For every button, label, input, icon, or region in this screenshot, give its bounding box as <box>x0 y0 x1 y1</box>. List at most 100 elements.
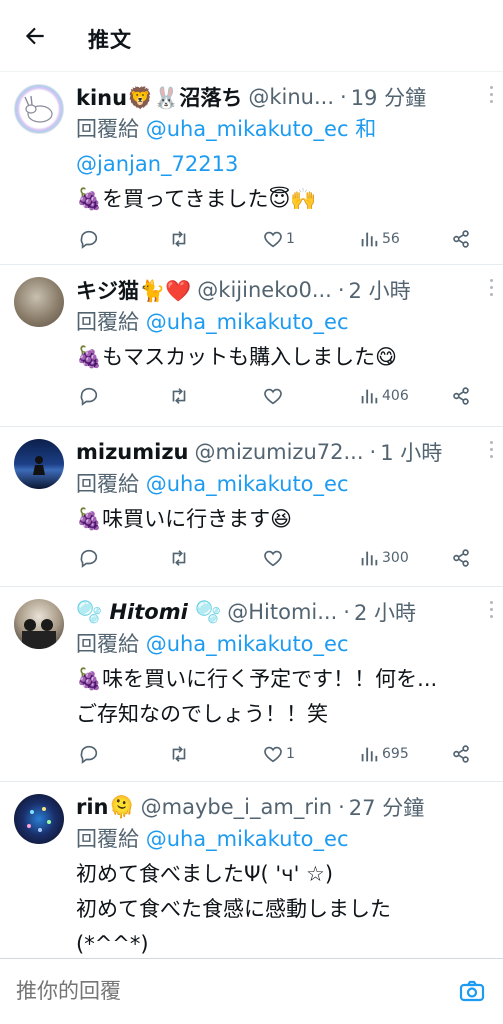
tweet-item[interactable]: mizumizu @mizumizu72... · 1 小時 回覆給 @uha_… <box>0 427 503 587</box>
user-handle[interactable]: @kijineko0... <box>197 278 332 302</box>
tweet-text: 🍇を買ってきました😇🙌 <box>76 187 317 211</box>
separator-dot: · <box>369 440 377 464</box>
reply-input[interactable] <box>16 979 416 1003</box>
view-count: 300 <box>382 550 409 566</box>
rabbit-drawing <box>24 95 53 123</box>
tweet-item[interactable]: rin🫠 @maybe_i_am_rin · 27 分鐘 回覆給 @uha_mi… <box>0 782 503 958</box>
share-icon <box>453 549 469 567</box>
retweet-button[interactable] <box>168 385 190 407</box>
share-icon <box>453 387 469 405</box>
silhouette-drawing <box>33 456 45 475</box>
mention-link[interactable]: @janjan_72213 <box>76 152 238 176</box>
display-name[interactable]: rin🫠 <box>76 795 135 820</box>
views-button[interactable]: 406 <box>358 385 409 407</box>
lights-drawing <box>27 807 51 832</box>
tweet-item[interactable]: kinu🦁🐰沼落ち @kinu... · 19 分鐘 回覆給 @uha_mika… <box>0 72 503 265</box>
retweet-icon <box>172 550 186 566</box>
tweet-text-line: (*^^*) <box>76 932 149 956</box>
reply-prefix: 回覆給 <box>76 472 139 496</box>
reply-icon <box>80 745 98 764</box>
display-name[interactable]: 🫧 𝙃𝙞𝙩𝙤𝙢𝙞 🫧 <box>76 600 221 625</box>
reply-button[interactable] <box>78 547 100 569</box>
avatar[interactable] <box>14 439 64 489</box>
separator-dot: · <box>337 278 345 302</box>
timestamp[interactable]: 19 分鐘 <box>351 82 426 112</box>
tweet-actions: 300 <box>76 543 483 573</box>
camera-icon[interactable] <box>459 979 485 1003</box>
views-icon <box>361 551 378 566</box>
like-button[interactable] <box>262 547 284 569</box>
share-button[interactable] <box>450 228 472 250</box>
display-name[interactable]: キジ猫🐈❤️ <box>76 275 191 305</box>
back-arrow-icon[interactable] <box>22 23 48 49</box>
reply-button[interactable] <box>78 385 100 407</box>
mention-link[interactable]: @uha_mikakuto_ec <box>146 117 349 141</box>
avatar[interactable] <box>14 599 64 649</box>
timestamp[interactable]: 2 小時 <box>354 597 416 627</box>
retweet-button[interactable] <box>168 547 190 569</box>
more-icon[interactable] <box>489 601 495 621</box>
timestamp[interactable]: 2 小時 <box>349 275 411 305</box>
avatar[interactable] <box>14 84 64 134</box>
like-button[interactable] <box>262 385 284 407</box>
like-button[interactable]: 1 <box>262 228 295 250</box>
like-icon <box>264 231 282 248</box>
share-button[interactable] <box>450 743 472 765</box>
like-icon <box>264 746 282 763</box>
mention-link[interactable]: @uha_mikakuto_ec <box>146 827 349 851</box>
separator-dot: · <box>338 795 345 819</box>
tweet-text-line: 🍇味を買いに行く予定です！！何を... <box>76 667 438 691</box>
views-button[interactable]: 695 <box>358 743 409 765</box>
reply-list: kinu🦁🐰沼落ち @kinu... · 19 分鐘 回覆給 @uha_mika… <box>0 72 503 958</box>
share-button[interactable] <box>450 385 472 407</box>
retweet-button[interactable] <box>168 743 190 765</box>
user-handle[interactable]: @Hitomi... <box>227 600 337 624</box>
views-button[interactable]: 300 <box>358 547 409 569</box>
mention-link[interactable]: @uha_mikakuto_ec <box>146 310 349 334</box>
tweet-actions: 406 <box>76 381 483 411</box>
views-icon <box>361 747 378 762</box>
retweet-icon <box>172 746 186 762</box>
reply-button[interactable] <box>78 228 100 250</box>
view-count: 56 <box>382 231 400 247</box>
user-handle[interactable]: @mizumizu72... <box>195 440 364 464</box>
tweet-actions: 1 56 <box>76 224 483 254</box>
mention-joiner: 和 <box>355 117 377 141</box>
reply-prefix: 回覆給 <box>76 117 139 141</box>
view-count: 695 <box>382 746 409 762</box>
reply-button[interactable] <box>78 743 100 765</box>
group-photo-drawing <box>22 619 56 649</box>
share-icon <box>453 745 469 763</box>
like-icon <box>264 550 282 567</box>
like-count: 1 <box>286 231 295 247</box>
reply-icon <box>80 387 98 406</box>
reply-context: 回覆給 @uha_mikakuto_ec <box>76 627 489 662</box>
mention-link[interactable]: @uha_mikakuto_ec <box>146 472 349 496</box>
tweet-text-line: 初めて食べた食感に感動しました <box>76 897 391 921</box>
share-button[interactable] <box>450 547 472 569</box>
tweet-text-line: ご存知なのでしょう！！笑 <box>76 702 328 726</box>
views-icon <box>361 232 378 247</box>
display-name[interactable]: kinu🦁🐰沼落ち <box>76 82 242 112</box>
views-button[interactable]: 56 <box>358 228 400 250</box>
more-icon[interactable] <box>489 279 495 299</box>
like-button[interactable]: 1 <box>262 743 295 765</box>
timestamp[interactable]: 27 分鐘 <box>349 792 424 822</box>
reply-context: 回覆給 @uha_mikakuto_ec <box>76 305 489 340</box>
tweet-text: 🍇もマスカットも購入しました😋 <box>76 345 398 369</box>
tweet-item[interactable]: キジ猫🐈❤️ @kijineko0... · 2 小時 回覆給 @uha_mik… <box>0 265 503 427</box>
user-handle[interactable]: @kinu... <box>248 85 334 109</box>
reply-prefix: 回覆給 <box>76 310 139 334</box>
retweet-button[interactable] <box>168 228 190 250</box>
reply-context: 回覆給 @uha_mikakuto_ec <box>76 822 489 857</box>
more-icon[interactable] <box>489 86 495 106</box>
tweet-item[interactable]: 🫧 𝙃𝙞𝙩𝙤𝙢𝙞 🫧 @Hitomi... · 2 小時 回覆給 @uha_mi… <box>0 587 503 782</box>
avatar[interactable] <box>14 794 64 844</box>
display-name[interactable]: mizumizu <box>76 440 189 464</box>
timestamp[interactable]: 1 小時 <box>380 437 442 467</box>
avatar[interactable] <box>14 277 64 327</box>
more-icon[interactable] <box>489 441 495 461</box>
user-handle[interactable]: @maybe_i_am_rin <box>141 795 332 819</box>
mention-link[interactable]: @uha_mikakuto_ec <box>146 632 349 656</box>
reply-context: 回覆給 @uha_mikakuto_ec <box>76 467 489 502</box>
